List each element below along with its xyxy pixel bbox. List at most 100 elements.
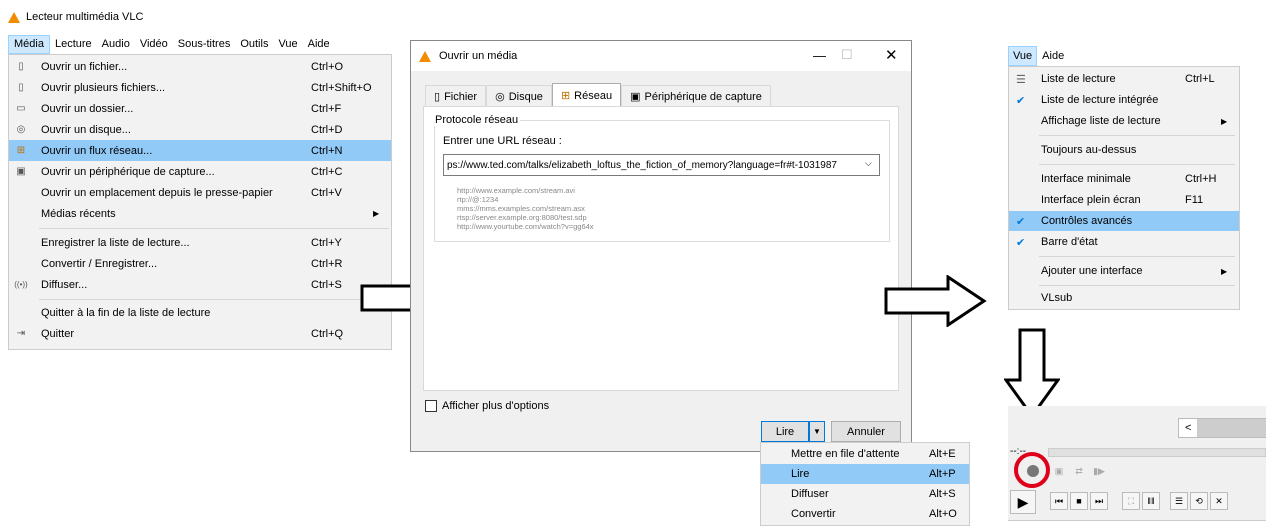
menu-item-status-bar[interactable]: ✔ Barre d'état — [1009, 232, 1239, 252]
menu-item-vlsub[interactable]: VLsub — [1009, 288, 1239, 308]
loop-ab-button[interactable]: ⇄ — [1070, 462, 1088, 480]
fullscreen-button[interactable]: ⛶ — [1122, 492, 1140, 510]
menu-item-open-capture[interactable]: ▣ Ouvrir un périphérique de capture... Ctr… — [9, 161, 391, 182]
exit-icon: ⇥ — [16, 328, 26, 339]
menu-view[interactable]: Vue — [273, 35, 302, 54]
highlight-circle — [1014, 452, 1050, 488]
playlist-icon: ☰ — [1016, 73, 1026, 86]
frame-step-button[interactable]: ▮▶ — [1090, 462, 1108, 480]
menu-item-save-playlist[interactable]: Enregistrer la liste de lecture... Ctrl+Y — [9, 232, 391, 253]
menu-item-quit[interactable]: ⇥ Quitter Ctrl+Q — [9, 323, 391, 344]
next-button[interactable]: ⏭ — [1090, 492, 1108, 510]
menu-item-enqueue[interactable]: Mettre en file d'attente Alt+E — [761, 444, 969, 464]
menu-item-open-clipboard[interactable]: Ouvrir un emplacement depuis le presse-p… — [9, 182, 391, 203]
play-button[interactable]: Lire — [761, 421, 809, 442]
down-arrow-icon — [1004, 328, 1060, 418]
tab-bar: ▯ Fichier ◎ Disque ⊞ Réseau ▣ Périphérique d… — [425, 83, 771, 107]
minimize-icon[interactable]: — — [813, 48, 826, 63]
menu-item-open-files[interactable]: ▯ Ouvrir plusieurs fichiers... Ctrl+Shift+… — [9, 77, 391, 98]
menu-separator — [39, 299, 389, 300]
submenu-arrow-icon: ▶ — [373, 209, 380, 218]
disc-icon: ◎ — [16, 124, 26, 135]
file-icon: ▯ — [18, 61, 24, 72]
maximize-icon[interactable]: ☐ — [841, 47, 853, 63]
menu-item-stream[interactable]: Diffuser Alt+S — [761, 484, 969, 504]
loop-icon: ⟲ — [1195, 495, 1203, 506]
fullscreen-icon: ⛶ — [1127, 495, 1135, 506]
loop-button[interactable]: ⟲ — [1190, 492, 1208, 510]
menu-subtitles[interactable]: Sous-titres — [173, 35, 236, 54]
playlist-icon: ☰ — [1174, 495, 1184, 506]
camera-icon: ▣ — [1054, 465, 1064, 476]
menu-item-convert-save[interactable]: Convertir / Enregistrer... Ctrl+R — [9, 253, 391, 274]
checkmark-icon: ✔ — [1016, 236, 1026, 249]
menu-item-quit-end-playlist[interactable]: Quitter à la fin de la liste de lecture — [9, 302, 391, 323]
shuffle-button[interactable]: ✕ — [1210, 492, 1228, 510]
tab-network[interactable]: ⊞ Réseau — [551, 83, 622, 107]
play-icon: ▶ — [1017, 493, 1029, 510]
menu-help[interactable]: Aide — [1037, 50, 1069, 62]
tab-capture-device[interactable]: ▣ Périphérique de capture — [621, 85, 771, 107]
disc-icon: ◎ — [495, 91, 505, 103]
previous-button[interactable]: ⏮ — [1050, 492, 1068, 510]
menu-separator — [1039, 135, 1235, 136]
window-title-bar: Lecteur multimédia VLC — [8, 8, 143, 26]
vlc-media-menu-panel: Lecteur multimédia VLC Média Lecture Aud… — [0, 0, 392, 352]
scroll-left-icon[interactable]: < — [1185, 422, 1191, 434]
close-icon[interactable]: ✕ — [885, 46, 898, 64]
status-bar — [1008, 520, 1266, 528]
seek-bar[interactable] — [1048, 448, 1266, 457]
folder-icon: ▭ — [16, 103, 26, 114]
stop-icon: ■ — [1076, 496, 1082, 506]
network-protocol-group: Protocole réseau Entrer une URL réseau :… — [433, 114, 890, 242]
playlist-button[interactable]: ☰ — [1170, 492, 1188, 510]
menu-item-docked-playlist[interactable]: ✔ Liste de lecture intégrée — [1009, 90, 1239, 110]
cancel-button[interactable]: Annuler — [831, 421, 901, 442]
more-options-row: Afficher plus d'options — [425, 400, 549, 412]
menu-item-play[interactable]: Lire Alt+P — [761, 464, 969, 484]
scrollbar-thumb[interactable] — [1197, 419, 1266, 437]
url-examples: http://www.example.com/stream.avi rtp://… — [457, 186, 594, 231]
menu-media[interactable]: Média — [8, 35, 50, 54]
menu-item-stream[interactable]: ((•)) Diffuser... Ctrl+S — [9, 274, 391, 295]
menu-item-fullscreen-interface[interactable]: Interface plein écran F11 — [1009, 190, 1239, 210]
vlc-cone-icon — [8, 11, 20, 23]
menu-audio[interactable]: Audio — [97, 35, 135, 54]
chevron-down-icon: ▼ — [813, 427, 821, 436]
menu-tools[interactable]: Outils — [235, 35, 273, 54]
menu-item-open-disc[interactable]: ◎ Ouvrir un disque... Ctrl+D — [9, 119, 391, 140]
snapshot-button[interactable]: ▣ — [1050, 462, 1068, 480]
menu-lecture[interactable]: Lecture — [50, 35, 97, 54]
menu-item-recent-media[interactable]: Médias récents ▶ — [9, 203, 391, 224]
url-input[interactable]: ps://www.ted.com/talks/elizabeth_loftus_… — [443, 154, 880, 176]
play-dropdown-button[interactable]: ▼ — [809, 421, 825, 442]
menu-help[interactable]: Aide — [303, 35, 335, 54]
media-dropdown-menu: ▯ Ouvrir un fichier... Ctrl+O ▯ Ouvrir plus… — [8, 54, 392, 350]
menu-item-open-network-stream[interactable]: ⊞ Ouvrir un flux réseau... Ctrl+N — [9, 140, 391, 161]
group-title: Protocole réseau — [433, 114, 521, 126]
menu-view[interactable]: Vue — [1008, 46, 1038, 66]
menu-item-open-file[interactable]: ▯ Ouvrir un fichier... Ctrl+O — [9, 56, 391, 77]
stop-button[interactable]: ■ — [1070, 492, 1088, 510]
tab-disc[interactable]: ◎ Disque — [486, 85, 552, 107]
view-menu-panel: Vue Aide ☰ Liste de lecture Ctrl+L ✔ Liste … — [1008, 46, 1240, 310]
menu-item-playlist-view[interactable]: Affichage liste de lecture ▶ — [1009, 111, 1239, 131]
menu-item-always-on-top[interactable]: Toujours au-dessus — [1009, 140, 1239, 160]
window-title: Lecteur multimédia VLC — [26, 11, 144, 23]
extended-settings-button[interactable]: ǁǁ — [1142, 492, 1160, 510]
menu-item-add-interface[interactable]: Ajouter une interface ▶ — [1009, 261, 1239, 281]
menu-item-advanced-controls[interactable]: ✔ Contrôles avancés — [1009, 211, 1239, 231]
chevron-down-icon[interactable]: ⌵ — [865, 158, 872, 169]
menu-item-playlist[interactable]: ☰ Liste de lecture Ctrl+L — [1009, 69, 1239, 89]
menu-item-minimal-interface[interactable]: Interface minimale Ctrl+H — [1009, 169, 1239, 189]
vlc-cone-icon — [419, 50, 431, 62]
more-options-checkbox[interactable] — [425, 400, 437, 412]
menu-item-convert[interactable]: Convertir Alt+O — [761, 504, 969, 524]
horizontal-scrollbar[interactable]: < — [1178, 418, 1266, 438]
file-icon: ▯ — [434, 91, 441, 103]
menu-video[interactable]: Vidéo — [135, 35, 173, 54]
play-button[interactable]: ▶ — [1010, 490, 1036, 514]
menu-item-open-folder[interactable]: ▭ Ouvrir un dossier... Ctrl+F — [9, 98, 391, 119]
shuffle-icon: ✕ — [1215, 495, 1223, 506]
tab-file[interactable]: ▯ Fichier — [425, 85, 487, 107]
